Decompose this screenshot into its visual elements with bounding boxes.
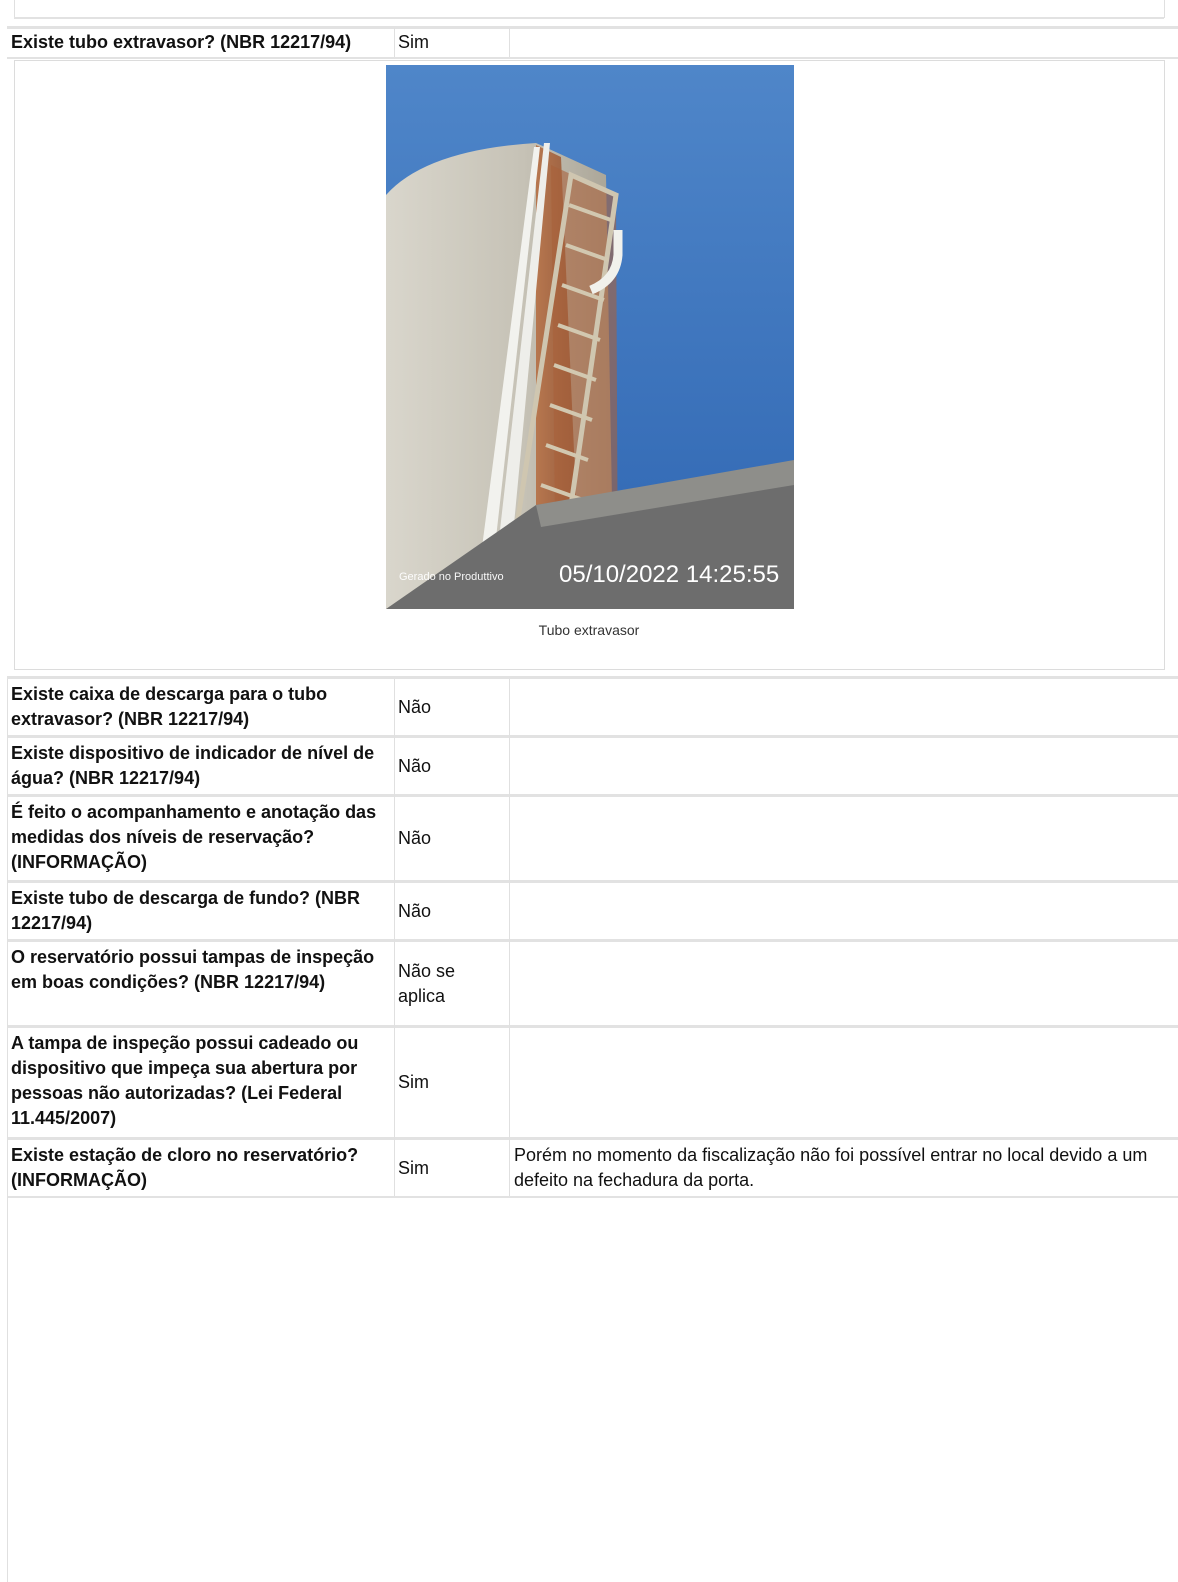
reservoir-photo: Gerado no Produttivo 05/10/2022 14:25:55 bbox=[386, 65, 794, 609]
answer-value: Não bbox=[398, 696, 432, 717]
question-text: Existe tubo extravasor? (NBR 12217/94) bbox=[11, 32, 352, 52]
answer-value: Sim bbox=[398, 1072, 429, 1092]
answer-text: Sim bbox=[398, 32, 429, 52]
question-text: É feito o acompanhamento e anotação das … bbox=[11, 802, 377, 872]
inspection-report-page: Existe tubo extravasor? (NBR 12217/94) S… bbox=[0, 0, 1178, 1582]
question-text: A tampa de inspeção possui cadeado ou di… bbox=[11, 1033, 359, 1128]
answer-text: Não bbox=[398, 738, 506, 794]
photo-watermark-app: Gerado no Produttivo bbox=[399, 571, 504, 583]
answer-text: Não bbox=[398, 679, 506, 735]
photo-timestamp: 05/10/2022 14:25:55 bbox=[559, 561, 780, 588]
answer-value: Não bbox=[398, 900, 432, 921]
row-separator bbox=[7, 939, 1178, 942]
row-separator bbox=[7, 735, 1178, 738]
answer-text: Não bbox=[398, 797, 506, 880]
answer-text: Não bbox=[398, 883, 506, 939]
divider bbox=[14, 0, 15, 18]
question-text: Existe estação de cloro no reservatório?… bbox=[11, 1145, 359, 1190]
question-text: Existe dispositivo de indicador de nível… bbox=[11, 743, 375, 788]
photo-caption: Tubo extravasor bbox=[538, 622, 640, 638]
answer-text: Sim bbox=[398, 1028, 506, 1137]
divider bbox=[509, 679, 510, 1196]
answer-text: Sim bbox=[398, 1140, 506, 1196]
row-separator bbox=[7, 1137, 1178, 1140]
row-separator bbox=[7, 1196, 1178, 1198]
divider bbox=[394, 679, 395, 1196]
divider bbox=[509, 28, 510, 58]
answer-value: Não se aplica bbox=[398, 960, 456, 1006]
divider bbox=[7, 679, 8, 1582]
row-separator bbox=[7, 1025, 1178, 1028]
divider bbox=[394, 28, 395, 58]
row-separator bbox=[7, 880, 1178, 883]
question-text: Existe caixa de descarga para o tubo ext… bbox=[11, 684, 328, 729]
answer-value: Não bbox=[398, 755, 432, 776]
question-text: Existe tubo de descarga de fundo? (NBR 1… bbox=[11, 888, 361, 933]
answer-value: Não bbox=[398, 828, 432, 848]
question-text: O reservatório possui tampas de inspeção… bbox=[11, 947, 375, 992]
answer-value: Sim bbox=[398, 1157, 429, 1178]
observation-text: Porém no momento da fiscalização não foi… bbox=[514, 1145, 1148, 1190]
row-separator bbox=[7, 794, 1178, 797]
row-separator bbox=[7, 676, 1178, 679]
divider bbox=[14, 17, 1164, 19]
answer-text: Não se aplica bbox=[398, 942, 506, 1025]
reservoir-photo-image bbox=[386, 65, 794, 609]
row-separator bbox=[7, 26, 1178, 29]
row-separator bbox=[7, 57, 1178, 59]
divider bbox=[1164, 0, 1165, 18]
